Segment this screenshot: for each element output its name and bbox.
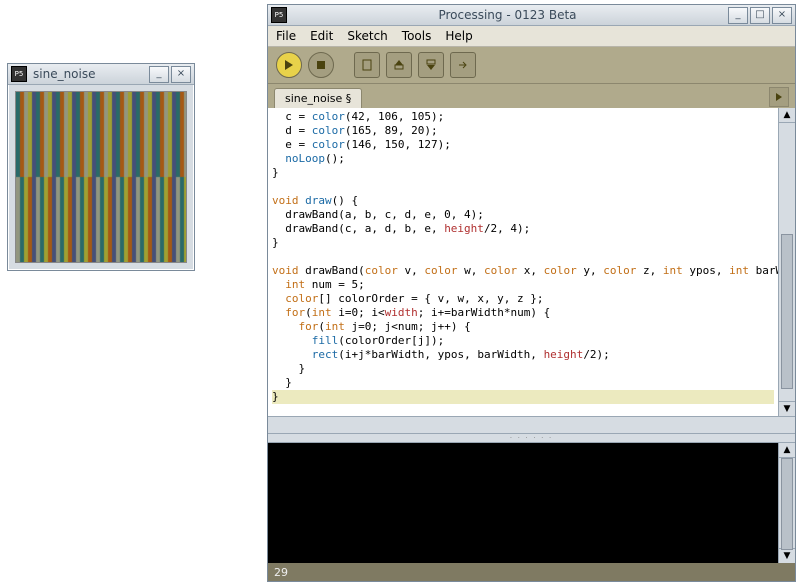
console[interactable] (268, 443, 778, 563)
menu-help[interactable]: Help (445, 29, 472, 43)
ide-title: Processing - 0123 Beta (291, 8, 724, 22)
arrow-right-icon (774, 92, 784, 102)
close-button[interactable]: × (772, 7, 792, 24)
editor-area: c = color(42, 106, 105); d = color(165, … (268, 108, 795, 416)
splitter[interactable]: . . . . . . (268, 433, 795, 443)
open-button[interactable] (386, 52, 412, 78)
code-text[interactable]: c = color(42, 106, 105); d = color(165, … (272, 110, 774, 416)
play-icon (284, 60, 294, 70)
export-icon (457, 59, 469, 71)
stop-icon (316, 60, 326, 70)
open-icon (393, 59, 405, 71)
tab-sine-noise[interactable]: sine_noise § (274, 88, 362, 108)
scroll-up-icon[interactable]: ▲ (779, 443, 795, 458)
status-line-number: 29 (274, 566, 288, 579)
stop-button[interactable] (308, 52, 334, 78)
menu-tools[interactable]: Tools (402, 29, 432, 43)
scroll-up-icon[interactable]: ▲ (779, 108, 795, 123)
editor-scrollbar[interactable]: ▲ ▼ (778, 108, 795, 416)
editor-hscrollbar[interactable] (268, 416, 795, 433)
sketch-titlebar[interactable]: P5 sine_noise _ × (8, 64, 194, 85)
processing-ide-window: P5 Processing - 0123 Beta _ □ × File Edi… (267, 4, 796, 582)
run-button[interactable] (276, 52, 302, 78)
status-bar: 29 (268, 563, 795, 581)
minimize-button[interactable]: _ (149, 66, 169, 83)
menubar: File Edit Sketch Tools Help (268, 26, 795, 47)
new-button[interactable] (354, 52, 380, 78)
new-icon (361, 59, 373, 71)
ide-titlebar[interactable]: P5 Processing - 0123 Beta _ □ × (268, 5, 795, 26)
tab-bar: sine_noise § (268, 84, 795, 108)
scroll-track[interactable] (779, 458, 795, 548)
minimize-button[interactable]: _ (728, 7, 748, 24)
scroll-down-icon[interactable]: ▼ (779, 401, 795, 416)
toolbar (268, 47, 795, 84)
code-editor[interactable]: c = color(42, 106, 105); d = color(165, … (268, 108, 778, 416)
menu-file[interactable]: File (276, 29, 296, 43)
scroll-track[interactable] (779, 123, 795, 401)
scroll-down-icon[interactable]: ▼ (779, 548, 795, 563)
save-button[interactable] (418, 52, 444, 78)
console-scrollbar[interactable]: ▲ ▼ (778, 443, 795, 563)
menu-edit[interactable]: Edit (310, 29, 333, 43)
menu-sketch[interactable]: Sketch (347, 29, 387, 43)
save-icon (425, 59, 437, 71)
close-button[interactable]: × (171, 66, 191, 83)
scroll-thumb[interactable] (781, 458, 793, 550)
processing-icon: P5 (271, 7, 287, 23)
tab-menu-button[interactable] (769, 87, 789, 107)
sketch-title: sine_noise (31, 67, 145, 81)
maximize-button[interactable]: □ (750, 7, 770, 24)
scroll-thumb[interactable] (781, 234, 793, 389)
sketch-canvas (15, 91, 187, 263)
processing-icon: P5 (11, 66, 27, 82)
export-button[interactable] (450, 52, 476, 78)
sketch-output-window: P5 sine_noise _ × (7, 63, 195, 271)
